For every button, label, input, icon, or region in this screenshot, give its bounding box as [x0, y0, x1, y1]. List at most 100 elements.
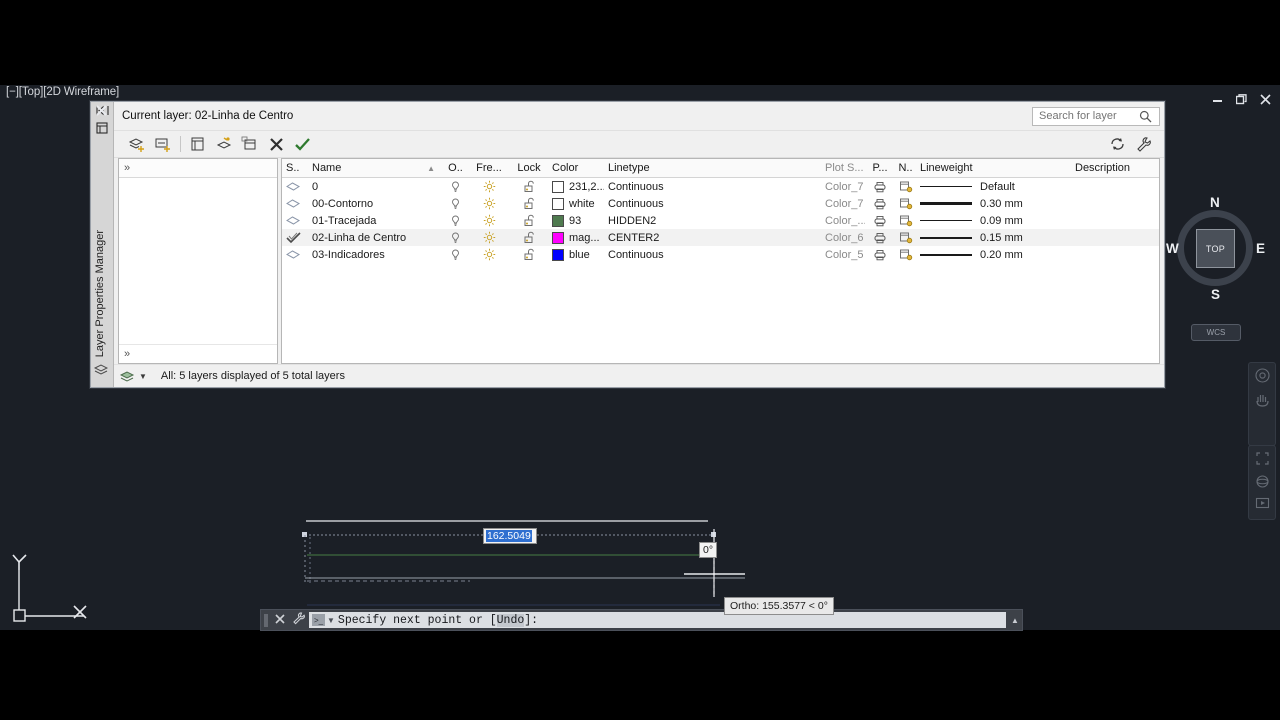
cell-plot[interactable] — [865, 178, 891, 195]
showmotion-icon[interactable] — [1255, 497, 1270, 510]
new-property-filter-button[interactable] — [185, 133, 211, 155]
cell-description[interactable] — [1071, 195, 1159, 212]
cell-new-vp[interactable] — [891, 212, 916, 229]
wrench-icon[interactable] — [289, 612, 308, 628]
command-text-keyword[interactable]: Undo — [496, 613, 525, 627]
column-header-on[interactable]: O.. — [439, 159, 468, 177]
palette-toolbar[interactable] — [114, 131, 1164, 158]
cell-status[interactable] — [282, 195, 308, 212]
sun-thaw-icon[interactable] — [483, 180, 496, 193]
compass-south-label[interactable]: S — [1211, 287, 1220, 302]
cell-linetype[interactable]: CENTER2 — [604, 229, 821, 246]
cell-lock[interactable] — [506, 178, 548, 195]
column-header-status[interactable]: S.. — [282, 159, 308, 177]
cell-lineweight[interactable]: Default — [916, 178, 1071, 195]
plot-printer-icon[interactable] — [873, 249, 887, 261]
cell-status[interactable] — [282, 212, 308, 229]
plot-printer-icon[interactable] — [873, 198, 887, 210]
search-input[interactable] — [1037, 109, 1139, 123]
filter-tree-footer[interactable]: » — [119, 344, 277, 363]
sun-thaw-icon[interactable] — [483, 248, 496, 261]
cell-on[interactable] — [439, 195, 468, 212]
column-header-color[interactable]: Color — [548, 159, 604, 177]
column-header-newvp[interactable]: N.. — [891, 159, 916, 177]
chevron-down-icon[interactable]: ▼ — [139, 372, 147, 381]
cell-name[interactable]: 02-Linha de Centro — [308, 229, 439, 246]
lightbulb-on-icon[interactable] — [450, 249, 461, 261]
chevron-up-icon[interactable]: ▲ — [1008, 616, 1022, 625]
color-swatch[interactable] — [552, 248, 564, 261]
table-row[interactable]: 01-Tracejada 93 HIDDEN2 Color_... 0.09 mm — [282, 212, 1159, 229]
cell-lineweight[interactable]: 0.20 mm — [916, 246, 1071, 263]
layer-list-rows[interactable]: 0 231,2... Continuous Color_7 Default 00-C… — [282, 178, 1159, 263]
cell-on[interactable] — [439, 246, 468, 263]
close-icon[interactable] — [270, 613, 289, 627]
cell-new-vp[interactable] — [891, 178, 916, 195]
lightbulb-on-icon[interactable] — [450, 232, 461, 244]
cell-new-vp[interactable] — [891, 246, 916, 263]
cell-name[interactable]: 01-Tracejada — [308, 212, 439, 229]
lightbulb-on-icon[interactable] — [450, 215, 461, 227]
cell-plot[interactable] — [865, 195, 891, 212]
column-header-linetype[interactable]: Linetype — [604, 159, 821, 177]
cell-color[interactable]: mag... — [548, 229, 604, 246]
column-header-plotstyle[interactable]: Plot S... — [821, 159, 865, 177]
cell-new-vp[interactable] — [891, 195, 916, 212]
cell-lock[interactable] — [506, 212, 548, 229]
table-row[interactable]: 02-Linha de Centro mag... CENTER2 Color_6 … — [282, 229, 1159, 246]
unlocked-padlock-icon[interactable] — [523, 180, 536, 193]
steering-wheel-icon[interactable] — [1254, 367, 1271, 384]
color-swatch[interactable] — [552, 197, 564, 210]
new-vp-freeze-icon[interactable] — [899, 249, 913, 261]
cell-description[interactable] — [1071, 246, 1159, 263]
cell-lock[interactable] — [506, 229, 548, 246]
view-cube[interactable]: TOP N S W E — [1155, 195, 1275, 317]
zoom-extents-icon[interactable] — [1255, 451, 1270, 466]
new-vp-freeze-icon[interactable] — [899, 181, 913, 193]
dynamic-input-angle[interactable]: 0° — [699, 542, 718, 558]
cell-plot[interactable] — [865, 246, 891, 263]
cell-lineweight[interactable]: 0.30 mm — [916, 195, 1071, 212]
sun-thaw-icon[interactable] — [483, 231, 496, 244]
unlocked-padlock-icon[interactable] — [523, 197, 536, 210]
cell-plotstyle[interactable]: Color_5 — [821, 246, 865, 263]
set-current-button[interactable] — [289, 133, 315, 155]
sun-thaw-icon[interactable] — [483, 214, 496, 227]
column-header-plot[interactable]: P... — [865, 159, 891, 177]
new-vp-freeze-icon[interactable] — [899, 232, 913, 244]
plot-printer-icon[interactable] — [873, 232, 887, 244]
search-layer-box[interactable] — [1032, 106, 1160, 126]
unlocked-padlock-icon[interactable] — [523, 214, 536, 227]
compass-west-label[interactable]: W — [1166, 241, 1179, 256]
cell-status[interactable] — [282, 229, 308, 246]
layer-list-pane[interactable]: S.. Name ▲ O.. Fre... Lock Color Linetyp… — [281, 158, 1160, 364]
color-swatch[interactable] — [552, 214, 564, 227]
column-header-name[interactable]: Name ▲ — [308, 159, 439, 177]
cell-color[interactable]: blue — [548, 246, 604, 263]
cell-description[interactable] — [1071, 212, 1159, 229]
cell-lineweight[interactable]: 0.15 mm — [916, 229, 1071, 246]
cell-on[interactable] — [439, 212, 468, 229]
color-swatch[interactable] — [552, 231, 564, 244]
cell-freeze[interactable] — [468, 246, 506, 263]
layer-states-manager-button[interactable] — [237, 133, 263, 155]
cell-freeze[interactable] — [468, 229, 506, 246]
cell-new-vp[interactable] — [891, 229, 916, 246]
pan-hand-icon[interactable] — [1254, 391, 1271, 408]
unlocked-padlock-icon[interactable] — [523, 248, 536, 261]
command-line-bar[interactable]: >_ ▼ Specify next point or [Undo]: ▲ — [260, 609, 1023, 631]
compass-east-label[interactable]: E — [1256, 241, 1265, 256]
new-vp-freeze-icon[interactable] — [899, 198, 913, 210]
cell-linetype[interactable]: HIDDEN2 — [604, 212, 821, 229]
settings-button[interactable] — [1130, 133, 1156, 155]
new-layer-button[interactable] — [124, 133, 150, 155]
lightbulb-on-icon[interactable] — [450, 181, 461, 193]
command-input[interactable]: >_ ▼ Specify next point or [Undo]: — [309, 612, 1006, 628]
cell-on[interactable] — [439, 178, 468, 195]
cell-color[interactable]: white — [548, 195, 604, 212]
navigation-bar-secondary[interactable] — [1248, 445, 1276, 520]
cell-name[interactable]: 00-Contorno — [308, 195, 439, 212]
cell-freeze[interactable] — [468, 195, 506, 212]
cell-plotstyle[interactable]: Color_6 — [821, 229, 865, 246]
plot-printer-icon[interactable] — [873, 181, 887, 193]
